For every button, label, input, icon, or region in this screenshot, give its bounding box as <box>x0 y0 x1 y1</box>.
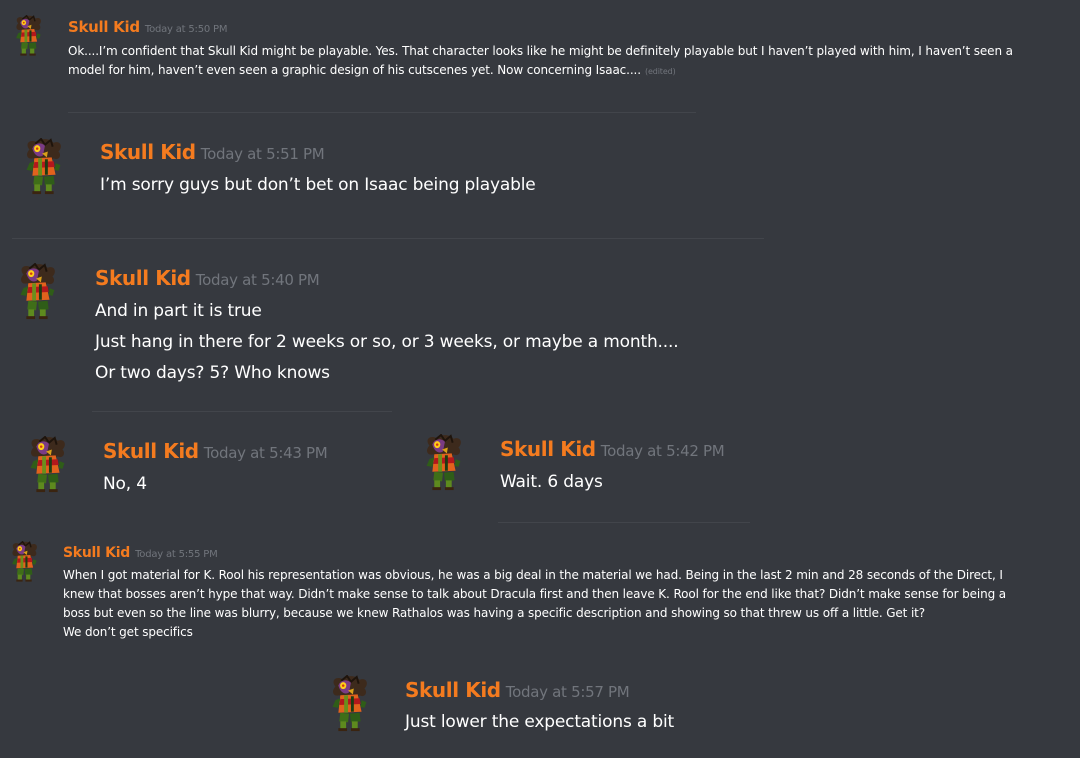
divider <box>92 411 392 412</box>
message-line: boss but even so the line was blurry, be… <box>63 606 926 620</box>
timestamp: Today at 5:43 PM <box>203 444 328 462</box>
author-name[interactable]: Skull Kid <box>405 678 501 702</box>
divider <box>68 112 696 113</box>
message-line: knew that bosses aren’t hype that way. D… <box>63 587 1007 601</box>
skull-kid-avatar-icon[interactable] <box>18 138 68 196</box>
message-line: Or two days? 5? Who knows <box>95 363 330 383</box>
divider <box>12 238 764 239</box>
timestamp: Today at 5:51 PM <box>200 145 325 163</box>
skull-kid-avatar-icon[interactable] <box>22 436 72 494</box>
message-line: Wait. 6 days <box>500 472 603 492</box>
timestamp: Today at 5:55 PM <box>135 549 218 560</box>
timestamp: Today at 5:57 PM <box>505 683 630 701</box>
message-line: We don’t get specifics <box>63 625 193 639</box>
timestamp: Today at 5:40 PM <box>195 271 320 289</box>
timestamp: Today at 5:50 PM <box>144 24 228 35</box>
author-name[interactable]: Skull Kid <box>68 18 140 36</box>
message-line: Ok....I’m confident that Skull Kid might… <box>68 44 1013 58</box>
author-name[interactable]: Skull Kid <box>103 439 199 463</box>
skull-kid-avatar-icon[interactable] <box>6 541 42 583</box>
message-line: No, 4 <box>103 474 147 494</box>
author-name[interactable]: Skull Kid <box>100 140 196 164</box>
message-line: model for him, haven’t even seen a graph… <box>68 63 676 77</box>
message-line: When I got material for K. Rool his repr… <box>63 568 1003 582</box>
author-name[interactable]: Skull Kid <box>500 437 596 461</box>
skull-kid-avatar-icon[interactable] <box>10 15 46 57</box>
skull-kid-avatar-icon[interactable] <box>12 263 62 321</box>
divider <box>498 522 750 523</box>
message-line: And in part it is true <box>95 301 262 321</box>
message-line: Just lower the expectations a bit <box>405 712 675 732</box>
timestamp: Today at 5:42 PM <box>600 442 725 460</box>
message-line: I’m sorry guys but don’t bet on Isaac be… <box>100 175 536 195</box>
skull-kid-avatar-icon[interactable] <box>418 434 468 492</box>
author-name[interactable]: Skull Kid <box>95 266 191 290</box>
author-name[interactable]: Skull Kid <box>63 545 130 561</box>
edited-label: (edited) <box>644 67 676 76</box>
skull-kid-avatar-icon[interactable] <box>324 675 374 733</box>
message-line: Just hang in there for 2 weeks or so, or… <box>95 332 679 352</box>
